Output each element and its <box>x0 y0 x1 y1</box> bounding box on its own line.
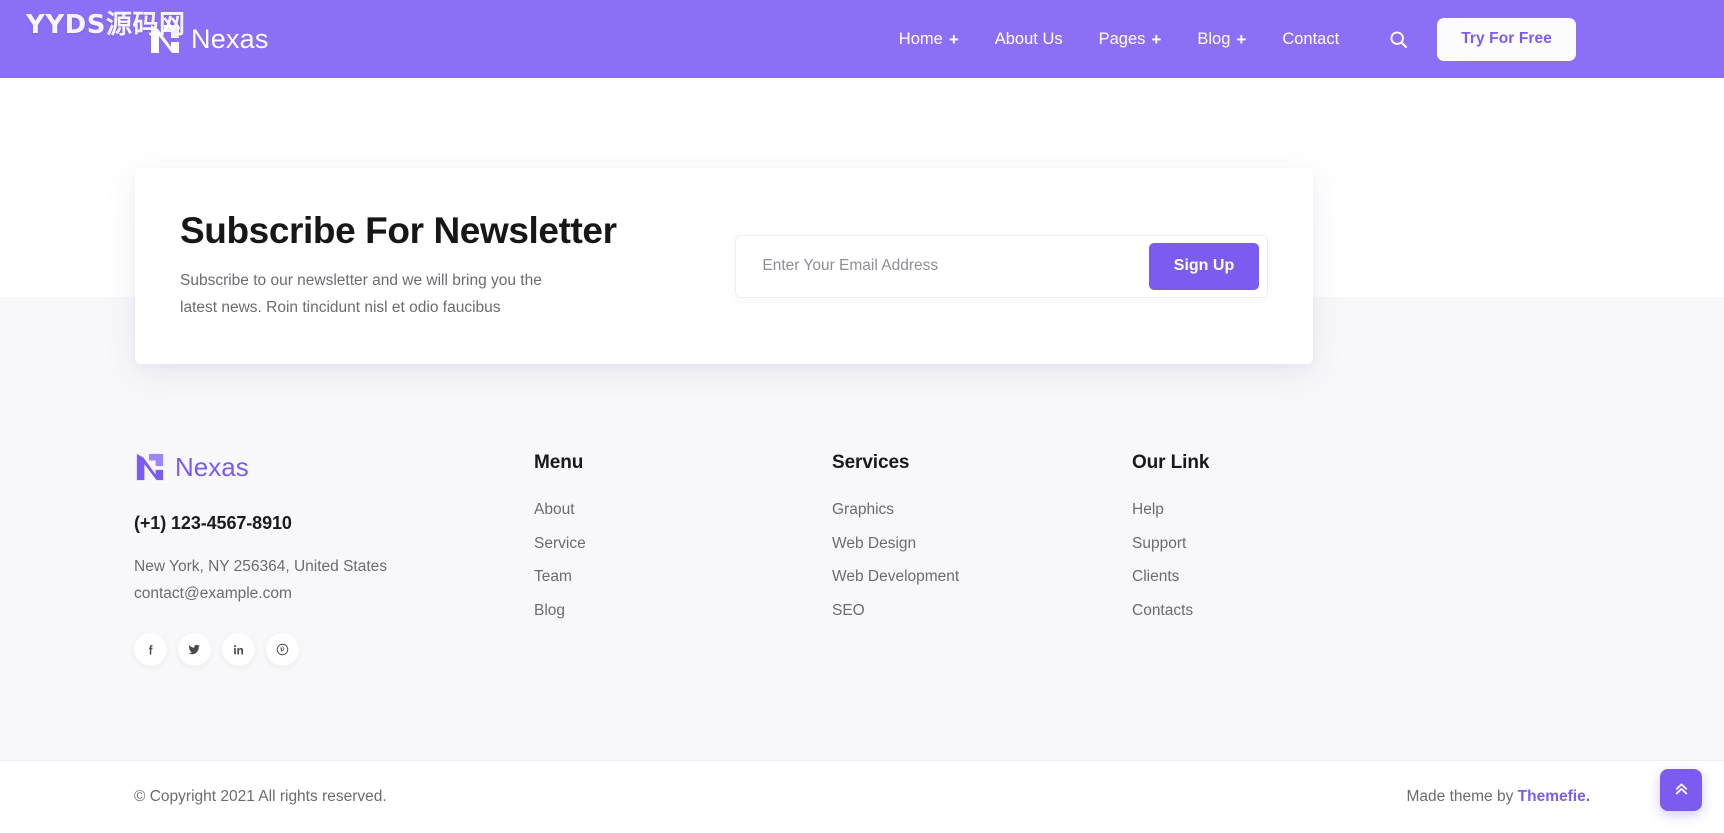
footer-link-list: Help Support Clients Contacts <box>1132 502 1430 618</box>
chevron-plus-icon: + <box>1151 29 1162 49</box>
nav-item-contact[interactable]: Contact <box>1264 30 1357 49</box>
footer-link[interactable]: Help <box>1132 502 1430 518</box>
sign-up-button[interactable]: Sign Up <box>1149 242 1259 290</box>
linkedin-icon[interactable] <box>222 633 255 667</box>
footer-column-our-link: Our Link Help Support Clients Contacts <box>1132 452 1430 666</box>
twitter-icon[interactable] <box>178 633 211 667</box>
brand-logo[interactable]: Nexas <box>148 23 269 55</box>
nav-item-blog[interactable]: Blog + <box>1179 30 1264 49</box>
footer-link[interactable]: About <box>534 502 832 518</box>
footer-link[interactable]: Service <box>534 535 832 552</box>
footer-link-list: Graphics Web Design Web Development SEO <box>832 502 1132 618</box>
nav-item-pages[interactable]: Pages + <box>1081 30 1180 49</box>
nav-label: About Us <box>994 29 1063 48</box>
email-input[interactable] <box>736 235 1149 297</box>
nav-label: Contact <box>1282 29 1340 48</box>
footer-column-title: Our Link <box>1132 452 1210 473</box>
chevron-plus-icon: + <box>948 29 959 49</box>
footer-link-list: About Service Team Blog <box>534 502 832 618</box>
footer-brand-logo[interactable]: Nexas <box>134 452 534 482</box>
footer-link[interactable]: Web Design <box>832 535 1132 552</box>
footer-column-title: Menu <box>534 452 584 473</box>
footer-column-services: Services Graphics Web Design Web Develop… <box>832 452 1132 666</box>
footer-phone: (+1) 123-4567-8910 <box>134 513 292 533</box>
nav-label: Pages <box>1098 29 1146 48</box>
footer-link[interactable]: Web Development <box>832 569 1132 585</box>
main-navigation: Home + About Us Pages + Blog + Contact T… <box>881 17 1576 61</box>
footer-link[interactable]: Clients <box>1132 569 1430 585</box>
footer-link[interactable]: Blog <box>534 602 832 619</box>
newsletter-title: Subscribe For Newsletter <box>180 209 617 251</box>
newsletter-card: Subscribe For Newsletter Subscribe to ou… <box>135 168 1313 364</box>
themefie-link[interactable]: Themefie. <box>1518 788 1590 805</box>
footer-link[interactable]: Support <box>1132 535 1430 552</box>
newsletter-description: Subscribe to our newsletter and we will … <box>180 272 542 316</box>
facebook-icon[interactable] <box>134 633 167 667</box>
nav-label: Blog <box>1197 29 1231 48</box>
footer-columns: Nexas (+1) 123-4567-8910 New York, NY 25… <box>134 400 1590 667</box>
search-icon[interactable] <box>1385 26 1411 52</box>
footer-brand-name: Nexas <box>175 452 249 482</box>
nav-label: Home <box>898 29 943 48</box>
footer-address-block: New York, NY 256364, United States conta… <box>134 554 534 607</box>
footer-social-links <box>134 633 534 667</box>
site-header: Nexas Home + About Us Pages + Blog + Con… <box>0 0 1724 78</box>
footer-link[interactable]: SEO <box>832 602 1132 619</box>
made-by-prefix: Made theme by <box>1406 788 1518 805</box>
nav-item-about-us[interactable]: About Us <box>977 30 1081 49</box>
site-footer: Nexas (+1) 123-4567-8910 New York, NY 25… <box>0 400 1724 761</box>
try-for-free-button[interactable]: Try For Free <box>1437 17 1576 61</box>
double-chevron-up-icon <box>1672 779 1691 801</box>
pinterest-icon[interactable] <box>266 633 299 667</box>
footer-address: New York, NY 256364, United States <box>134 558 388 575</box>
brand-name: Nexas <box>191 23 269 54</box>
newsletter-form: Sign Up <box>735 234 1268 298</box>
made-by-text: Made theme by Themefie. <box>1406 788 1590 806</box>
footer-brand-column: Nexas (+1) 123-4567-8910 New York, NY 25… <box>134 452 534 667</box>
footer-link[interactable]: Team <box>534 569 832 585</box>
footer-column-menu: Menu About Service Team Blog <box>534 452 832 666</box>
nexas-arrow-logo-icon <box>148 23 182 55</box>
copyright-text: © Copyright 2021 All rights reserved. <box>134 788 387 805</box>
footer-bottom-bar: © Copyright 2021 All rights reserved. Ma… <box>0 761 1724 833</box>
footer-bottom-inner: © Copyright 2021 All rights reserved. Ma… <box>134 788 1590 806</box>
nav-item-home[interactable]: Home + <box>881 30 977 49</box>
page-root: Nexas Home + About Us Pages + Blog + Con… <box>0 0 1724 833</box>
footer-email[interactable]: contact@example.com <box>134 581 534 608</box>
chevron-plus-icon: + <box>1236 29 1247 49</box>
nexas-arrow-logo-icon <box>134 452 166 482</box>
footer-link[interactable]: Contacts <box>1132 602 1430 619</box>
newsletter-text-block: Subscribe For Newsletter Subscribe to ou… <box>180 209 735 322</box>
footer-link[interactable]: Graphics <box>832 502 1132 518</box>
header-inner: Nexas Home + About Us Pages + Blog + Con… <box>0 0 1724 78</box>
footer-column-title: Services <box>832 452 910 473</box>
scroll-to-top-button[interactable] <box>1660 769 1702 811</box>
